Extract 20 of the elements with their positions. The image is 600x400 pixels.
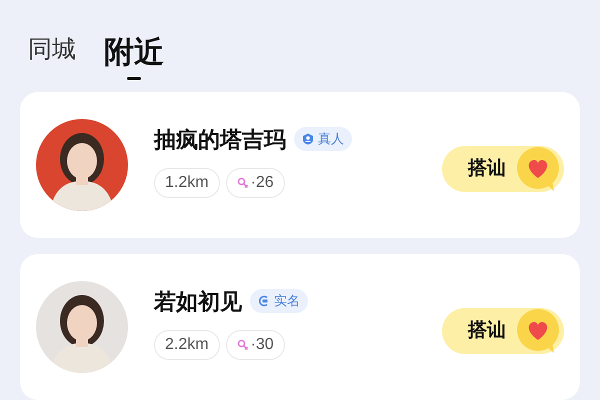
verified-badge: 真人 xyxy=(294,127,352,151)
id-card-icon xyxy=(258,295,270,307)
female-icon xyxy=(236,338,249,350)
tab[interactable]: 同城 xyxy=(28,32,76,80)
tab[interactable]: 附近 xyxy=(104,35,164,80)
female-icon xyxy=(236,176,249,188)
age-tag: ·26 xyxy=(226,168,285,198)
user-name: 抽疯的塔吉玛 xyxy=(154,126,286,154)
user-card[interactable]: 若如初见 实名 2.2km ·30 搭讪 xyxy=(20,254,580,400)
user-card[interactable]: 抽疯的塔吉玛 真人 1.2km ·26 搭讪 xyxy=(20,92,580,238)
greet-button[interactable]: 搭讪 xyxy=(442,308,564,354)
age-tag: ·30 xyxy=(226,330,285,360)
greet-button[interactable]: 搭讪 xyxy=(442,146,564,192)
distance-tag: 1.2km xyxy=(154,168,220,198)
user-name: 若如初见 xyxy=(154,288,242,316)
shield-person-icon xyxy=(302,133,314,145)
verified-badge: 实名 xyxy=(250,289,308,313)
heart-bubble-icon xyxy=(516,146,560,192)
heart-bubble-icon xyxy=(516,308,560,354)
distance-tag: 2.2km xyxy=(154,330,220,360)
